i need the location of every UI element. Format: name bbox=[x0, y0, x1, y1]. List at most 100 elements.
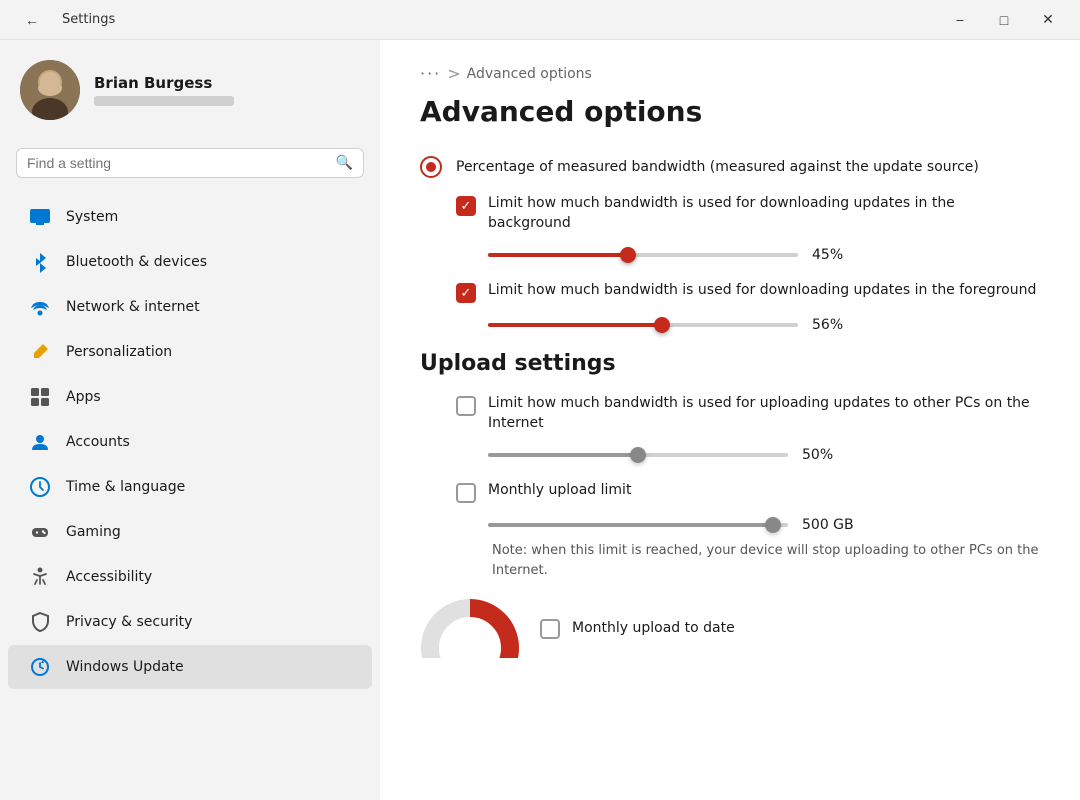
time-icon bbox=[28, 475, 52, 499]
title-bar-left: ← Settings bbox=[12, 4, 115, 36]
sidebar-item-bluetooth-label: Bluetooth & devices bbox=[66, 254, 207, 270]
fg-slider-track[interactable] bbox=[488, 323, 798, 327]
sidebar-item-network-label: Network & internet bbox=[66, 299, 200, 315]
privacy-icon bbox=[28, 610, 52, 634]
close-button[interactable]: ✕ bbox=[1028, 4, 1068, 36]
fg-slider-row: 56% bbox=[488, 317, 1040, 333]
maximize-button[interactable]: □ bbox=[984, 4, 1024, 36]
user-profile: Brian Burgess bbox=[0, 40, 380, 140]
sidebar-item-personalization[interactable]: Personalization bbox=[8, 330, 372, 374]
accessibility-icon bbox=[28, 565, 52, 589]
fg-checkbox-label: Limit how much bandwidth is used for dow… bbox=[488, 281, 1036, 301]
radio-button-percentage[interactable] bbox=[420, 156, 442, 178]
sidebar-item-time-label: Time & language bbox=[66, 479, 185, 495]
sidebar-item-privacy-label: Privacy & security bbox=[66, 614, 192, 630]
sidebar-item-system-label: System bbox=[66, 209, 118, 225]
fg-slider-thumb[interactable] bbox=[654, 317, 670, 333]
user-info: Brian Burgess bbox=[94, 74, 234, 106]
upload-checkbox-row: Limit how much bandwidth is used for upl… bbox=[456, 394, 1040, 433]
monthly-slider-track[interactable] bbox=[488, 523, 788, 527]
title-bar-controls: − □ ✕ bbox=[940, 4, 1068, 36]
monthly-slider-thumb[interactable] bbox=[765, 517, 781, 533]
sidebar-item-gaming[interactable]: Gaming bbox=[8, 510, 372, 554]
sidebar-item-accessibility[interactable]: Accessibility bbox=[8, 555, 372, 599]
sidebar-item-apps-label: Apps bbox=[66, 389, 101, 405]
bottom-visual: Monthly upload to date bbox=[420, 598, 1040, 658]
monthly-limit-section: Monthly upload limit 500 GB Note: when t… bbox=[456, 481, 1040, 580]
monthly-slider-fill bbox=[488, 523, 773, 527]
title-bar-title: Settings bbox=[62, 12, 115, 27]
bg-checkbox-label: Limit how much bandwidth is used for dow… bbox=[488, 194, 1040, 233]
app-window: Brian Burgess 🔍 System Bluetooth & devic… bbox=[0, 40, 1080, 800]
upload-slider-row: 50% bbox=[488, 447, 1040, 463]
sidebar-item-time[interactable]: Time & language bbox=[8, 465, 372, 509]
bg-slider-thumb[interactable] bbox=[620, 247, 636, 263]
avatar bbox=[20, 60, 80, 120]
monthly-to-date-label: Monthly upload to date bbox=[572, 619, 735, 639]
sidebar-item-bluetooth[interactable]: Bluetooth & devices bbox=[8, 240, 372, 284]
upload-checkbox[interactable] bbox=[456, 396, 476, 416]
bg-checkbox-row: ✓ Limit how much bandwidth is used for d… bbox=[456, 194, 1040, 233]
sidebar-item-accounts[interactable]: Accounts bbox=[8, 420, 372, 464]
fg-checkbox-row: ✓ Limit how much bandwidth is used for d… bbox=[456, 281, 1040, 303]
donut-chart bbox=[420, 598, 520, 658]
breadcrumb-dots[interactable]: ··· bbox=[420, 64, 441, 83]
bg-slider-track[interactable] bbox=[488, 253, 798, 257]
bg-slider-value: 45% bbox=[812, 247, 862, 263]
monthly-to-date-checkbox[interactable] bbox=[540, 619, 560, 639]
upload-slider-track[interactable] bbox=[488, 453, 788, 457]
upload-slider-value: 50% bbox=[802, 447, 852, 463]
breadcrumb-page: Advanced options bbox=[467, 66, 592, 82]
radio-option-row: Percentage of measured bandwidth (measur… bbox=[420, 156, 1040, 178]
network-icon bbox=[28, 295, 52, 319]
system-icon bbox=[28, 205, 52, 229]
avatar-image bbox=[20, 60, 80, 120]
upload-slider-thumb[interactable] bbox=[630, 447, 646, 463]
upload-slider-fill bbox=[488, 453, 638, 457]
breadcrumb-sep: > bbox=[447, 64, 460, 83]
back-button[interactable]: ← bbox=[12, 4, 52, 36]
bg-slider-fill bbox=[488, 253, 628, 257]
monthly-slider-value: 500 GB bbox=[802, 517, 854, 533]
sidebar-item-update-label: Windows Update bbox=[66, 659, 184, 675]
sidebar-item-apps[interactable]: Apps bbox=[8, 375, 372, 419]
sidebar-item-privacy[interactable]: Privacy & security bbox=[8, 600, 372, 644]
sidebar-item-system[interactable]: System bbox=[8, 195, 372, 239]
bg-checkbox[interactable]: ✓ bbox=[456, 196, 476, 216]
sidebar-item-network[interactable]: Network & internet bbox=[8, 285, 372, 329]
fg-slider-fill bbox=[488, 323, 662, 327]
upload-section-title: Upload settings bbox=[420, 351, 1040, 376]
sidebar: Brian Burgess 🔍 System Bluetooth & devic… bbox=[0, 40, 380, 800]
upload-subsection: Limit how much bandwidth is used for upl… bbox=[456, 394, 1040, 463]
monthly-checkbox[interactable] bbox=[456, 483, 476, 503]
personalization-icon bbox=[28, 340, 52, 364]
sidebar-item-personalization-label: Personalization bbox=[66, 344, 172, 360]
apps-icon bbox=[28, 385, 52, 409]
search-icon: 🔍 bbox=[336, 155, 353, 171]
main-content: ··· > Advanced options Advanced options … bbox=[380, 40, 1080, 800]
donut-svg bbox=[420, 598, 520, 658]
accounts-icon bbox=[28, 430, 52, 454]
bluetooth-icon bbox=[28, 250, 52, 274]
search-box[interactable]: 🔍 bbox=[16, 148, 364, 178]
fg-checkbox[interactable]: ✓ bbox=[456, 283, 476, 303]
title-bar: ← Settings − □ ✕ bbox=[0, 0, 1080, 40]
user-account bbox=[94, 96, 234, 106]
nav-menu: System Bluetooth & devices Network & int… bbox=[0, 194, 380, 690]
breadcrumb: ··· > Advanced options bbox=[420, 64, 1040, 83]
fg-slider-value: 56% bbox=[812, 317, 862, 333]
sidebar-item-update[interactable]: Windows Update bbox=[8, 645, 372, 689]
monthly-checkbox-row: Monthly upload limit bbox=[456, 481, 1040, 503]
bg-slider-row: 45% bbox=[488, 247, 1040, 263]
foreground-section: ✓ Limit how much bandwidth is used for d… bbox=[456, 281, 1040, 333]
monthly-slider-row: 500 GB bbox=[488, 517, 1040, 533]
sidebar-item-gaming-label: Gaming bbox=[66, 524, 121, 540]
update-icon bbox=[28, 655, 52, 679]
search-input[interactable] bbox=[27, 155, 328, 171]
page-title: Advanced options bbox=[420, 95, 1040, 128]
radio-label-percentage: Percentage of measured bandwidth (measur… bbox=[456, 159, 979, 175]
monthly-upload-to-date-row: Monthly upload to date bbox=[540, 617, 735, 639]
user-name: Brian Burgess bbox=[94, 74, 234, 92]
minimize-button[interactable]: − bbox=[940, 4, 980, 36]
sidebar-item-accessibility-label: Accessibility bbox=[66, 569, 152, 585]
